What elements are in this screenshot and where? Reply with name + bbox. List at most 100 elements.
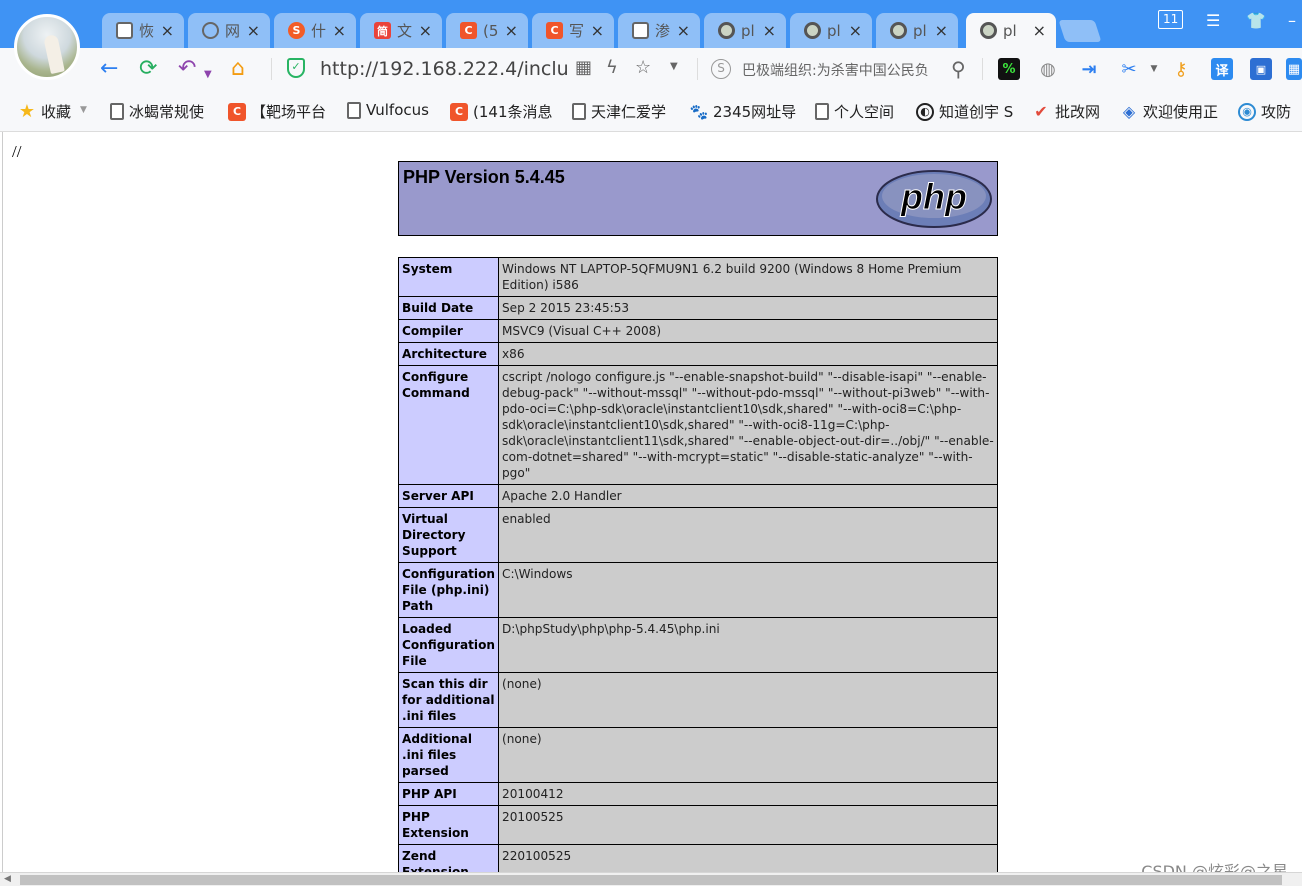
tab-5[interactable]: C 写 × [532,13,614,48]
key-icon[interactable]: ⚷ [1170,58,1192,80]
table-row: PHP Extension 20100525 [398,805,998,845]
knownsec-icon: ◐ [916,102,934,121]
close-icon[interactable]: × [849,21,862,40]
tab-label: 写 [569,22,585,40]
bookmark-label: 2345网址导 [713,103,797,121]
tab-label: (5 [483,21,499,40]
row-key: Additional .ini files parsed [398,727,499,783]
bookmark-item[interactable]: 🐾 2345网址导 [690,101,797,122]
tab-label: pl [827,21,841,40]
row-value: 20100412 [498,782,998,806]
login-icon[interactable]: ⇥ [1078,58,1100,80]
close-icon[interactable]: × [161,21,174,40]
horizontal-scrollbar[interactable]: ◀ [0,872,1302,886]
qr-code-icon[interactable]: ▦ [575,57,592,78]
svg-text:php: php [900,176,967,217]
bookmark-item[interactable]: ★ 收藏 [18,101,71,122]
bookmark-item[interactable]: ◐ 知道创宇 S [916,101,1013,122]
tab-bar: 恢 × 网 × S 什 × 简文 × C (5 × C 写 × 渗 × pl × pl × pl × pl × 11 ☰ 👕 – [0,0,1302,48]
translate-icon[interactable]: 译 [1211,58,1233,80]
close-icon[interactable]: × [1033,21,1046,40]
row-key: Configuration File (php.ini) Path [398,562,499,618]
percent-extension-icon[interactable]: % [998,58,1020,80]
security-shield-icon[interactable]: ✓ [287,58,305,78]
undo-icon[interactable]: ↶ [178,56,196,82]
star-icon[interactable]: ☆ [635,57,651,78]
search-icon[interactable]: ⚲ [951,57,966,81]
bookmark-item[interactable]: 个人空间 [815,101,894,122]
close-icon[interactable]: × [591,21,604,40]
menu-icon[interactable]: ☰ [1206,11,1220,30]
bookmark-label: (141条消息 [473,103,553,121]
row-value: enabled [498,507,998,563]
bookmark-item[interactable]: C 【靶场平台 [228,101,326,122]
row-key: Virtual Directory Support [398,507,499,563]
grid-icon[interactable]: ▦ [1286,58,1302,80]
php-logo-icon: php [876,170,992,228]
bookmark-item[interactable]: ✔ 批改网 [1032,101,1100,122]
bookmark-item[interactable]: ◈ 欢迎使用正 [1120,101,1218,122]
tab-0[interactable]: 恢 × [102,13,184,48]
tab-4[interactable]: C (5 × [446,13,528,48]
row-key: Build Date [398,296,499,320]
close-icon[interactable]: × [247,21,260,40]
skin-icon[interactable]: 👕 [1246,11,1266,30]
close-icon[interactable]: × [677,21,690,40]
chevron-down-icon[interactable]: ▼ [204,62,212,88]
row-key: Configure Command [398,365,499,485]
bookmark-label: 天津仁爱学 [591,103,667,121]
close-icon[interactable]: × [935,21,948,40]
chevron-down-icon[interactable]: ▼ [80,105,87,115]
tab-2[interactable]: S 什 × [274,13,356,48]
lightning-icon[interactable]: ϟ [606,57,618,78]
window-icon[interactable]: ▣ [1250,58,1272,80]
tab-count-badge[interactable]: 11 [1158,10,1184,29]
table-row: Server API Apache 2.0 Handler [398,484,998,508]
bookmark-item[interactable]: 天津仁爱学 [572,101,666,122]
bookmark-label: 批改网 [1055,103,1101,121]
bookmark-item[interactable]: Vulfocus [347,101,429,119]
close-icon[interactable]: × [763,21,776,40]
chevron-down-icon[interactable]: ▼ [1143,58,1165,80]
globe-icon[interactable]: ◍ [1037,58,1059,80]
address-input[interactable]: http://192.168.222.4/include [320,56,568,82]
doc-icon [110,103,124,120]
tab-8[interactable]: pl × [790,13,872,48]
doc-icon [347,101,361,119]
home-icon[interactable]: ⌂ [231,56,245,82]
row-key: Zend Extension [398,844,499,872]
tab-6[interactable]: 渗 × [618,13,700,48]
new-tab-button[interactable] [1058,20,1102,42]
refresh-icon[interactable]: ⟳ [139,56,157,82]
avatar[interactable] [14,14,80,80]
tab-1[interactable]: 网 × [188,13,270,48]
tab-7[interactable]: pl × [704,13,786,48]
bookmark-label: 个人空间 [834,103,895,121]
close-icon[interactable]: × [333,21,346,40]
row-key: Compiler [398,319,499,343]
bookmark-item[interactable]: C (141条消息 [450,101,552,122]
tab-10[interactable]: pl × [966,13,1056,48]
search-input[interactable]: 巴极端组织:为杀害中国公民负 [742,60,942,80]
tab-3[interactable]: 简文 × [360,13,442,48]
search-engine-icon[interactable]: S [711,59,731,79]
bookmark-label: 知道创宇 S [939,103,1014,121]
scissors-icon[interactable]: ✂ [1118,58,1140,80]
php-icon [890,22,907,39]
tab-label: 网 [225,22,241,40]
gongfang-icon: ◉ [1238,102,1256,121]
row-value: cscript /nologo configure.js "--enable-s… [498,365,998,485]
chevron-down-icon[interactable]: ▼ [670,61,678,72]
scroll-left-arrow-icon[interactable]: ◀ [4,874,11,884]
tab-9[interactable]: pl × [876,13,958,48]
back-arrow-icon[interactable]: ← [100,56,118,82]
minimize-icon[interactable]: – [1288,11,1296,30]
nav-bar: ← ⟳ ↶ ▼ ⌂ ✓ http://192.168.222.4/include… [0,48,1302,90]
tab-label: pl [1003,21,1017,40]
scrollbar-thumb[interactable] [20,875,1282,885]
close-icon[interactable]: × [419,21,432,40]
bookmark-item[interactable]: 冰蝎常规使 [110,101,204,122]
close-icon[interactable]: × [505,21,518,40]
table-row: Additional .ini files parsed (none) [398,727,998,783]
bookmark-item[interactable]: ◉ 攻防 [1238,101,1291,122]
